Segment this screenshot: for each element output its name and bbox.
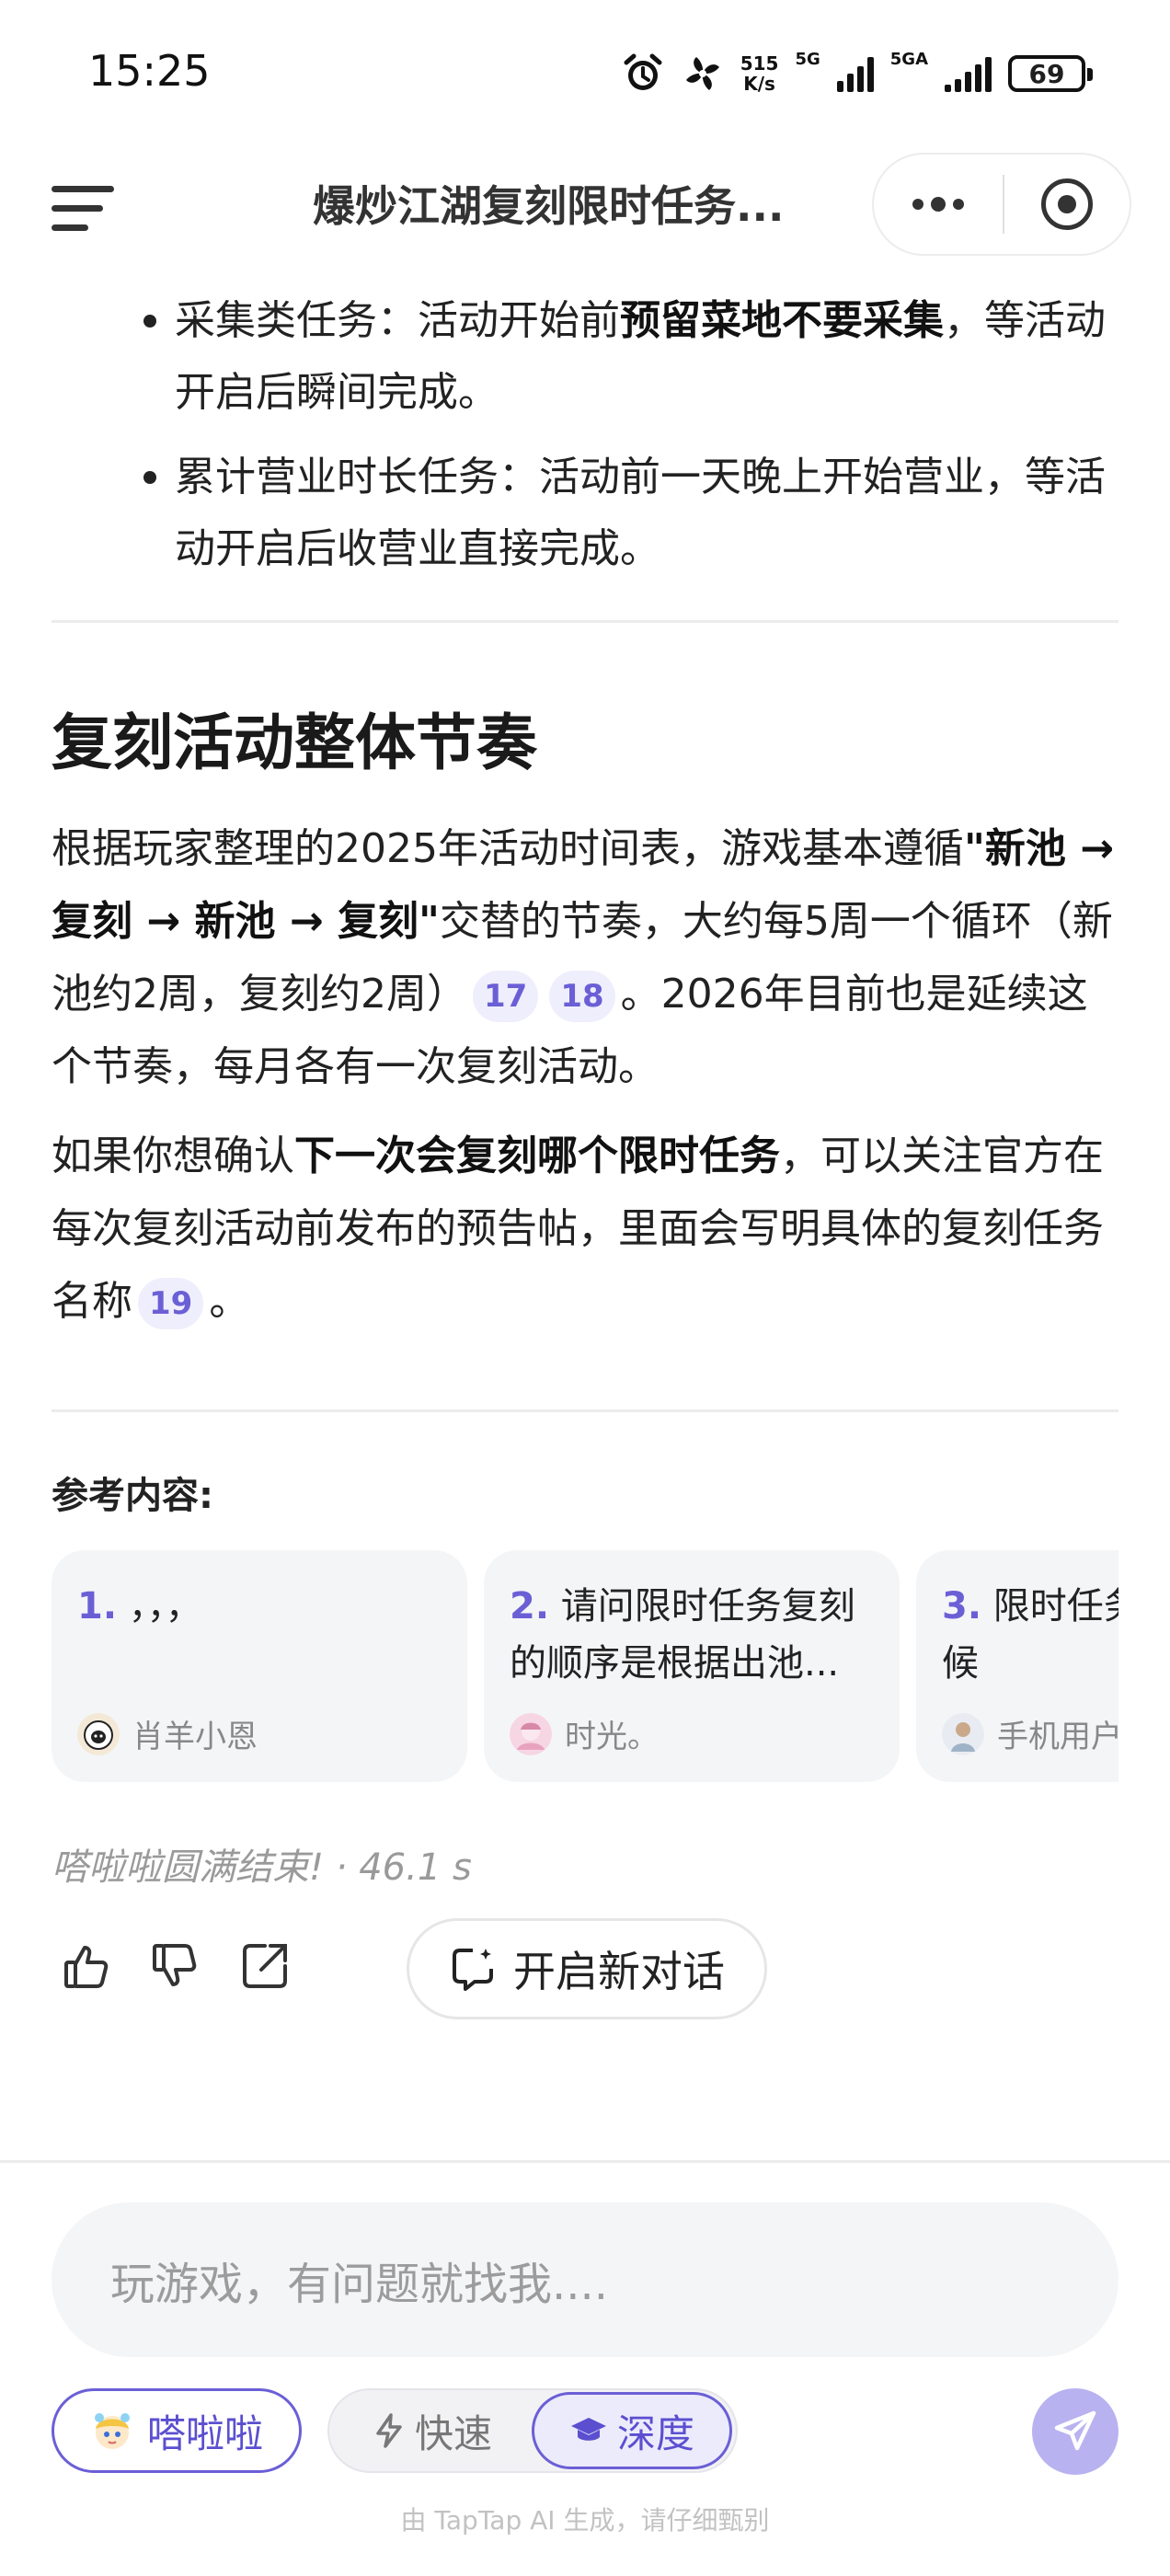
send-icon [1054,2410,1096,2451]
battery-level: 69 [1028,58,1065,89]
anime-avatar-icon [510,1712,552,1755]
reference-author: 肖羊小恩 [77,1711,258,1756]
user-avatar-icon [942,1712,984,1755]
chat-input[interactable]: 玩游戏，有问题就找我.... [52,2202,1118,2357]
reference-card-1[interactable]: 1. ，，， 肖羊小恩 [52,1550,467,1782]
reference-number: 1. [77,1585,118,1627]
network-type-2: 5GA [889,50,928,69]
clock: 15:25 [88,46,211,96]
citation-19[interactable]: 19 [138,1278,204,1329]
assistant-avatar-icon [94,2413,130,2449]
battery-icon: 69 [1008,55,1093,92]
network-speed: 515 K/s [740,53,779,94]
share-icon[interactable] [235,1937,294,1995]
new-chat-button[interactable]: 开启新对话 [407,1918,767,2019]
paragraph-next: 如果你想确认下一次会复刻哪个限时任务，可以关注官方在每次复刻活动前发布的预告帖，… [52,1120,1118,1338]
paragraph-bold: 下一次会复刻哪个限时任务 [294,1133,780,1179]
reference-author: 手机用户 [942,1711,1118,1756]
answer-mode-switch: 快速 深度 [327,2388,738,2473]
alarm-icon [621,52,665,96]
thumbs-down-icon[interactable] [147,1937,206,1995]
new-chat-label: 开启新对话 [513,1947,725,1996]
mode-deep-label: 深度 [616,2410,694,2456]
reference-text: 2. 请问限时任务复刻的顺序是根据出池... [510,1578,874,1692]
send-button[interactable] [1032,2388,1118,2475]
paragraph-text: 根据玩家整理的2025年活动时间表，游戏基本遵循 [52,825,964,872]
app-header: 爆炒江湖复刻限时任务... [0,147,1170,267]
input-area-divider [0,2160,1170,2163]
citation-17[interactable]: 17 [473,971,539,1022]
paragraph-text: 如果你想确认 [52,1133,294,1179]
reference-card-2[interactable]: 2. 请问限时任务复刻的顺序是根据出池... 时光。 [484,1550,900,1782]
reference-number: 3. [942,1585,982,1627]
menu-icon[interactable] [52,175,118,241]
reference-title: ，，， [128,1585,202,1627]
answer-content: 采集类任务：活动开始前预留菜地不要采集，等活动开启后瞬间完成。 累计营业时长任务… [52,285,1118,2029]
paragraph-text: 。 [209,1278,250,1325]
assistant-selector-button[interactable]: 嗒啦啦 [52,2388,302,2473]
answer-duration: 46.1 s [359,1846,472,1889]
list-item: 累计营业时长任务：活动前一天晚上开始营业，等活动开启后收营业直接完成。 [52,442,1118,585]
miniapp-capsule [872,153,1131,256]
list-item: 采集类任务：活动开始前预留菜地不要采集，等活动开启后瞬间完成。 [52,285,1118,429]
more-icon[interactable] [874,155,1003,254]
reference-text: 3. 限时任务复刻的时候 [942,1578,1118,1692]
graduation-cap-icon [570,2418,606,2441]
reference-number: 2. [510,1585,550,1627]
mode-deep-button[interactable]: 深度 [532,2392,732,2469]
signal-icon-2 [945,55,992,92]
chat-input-placeholder: 玩游戏，有问题就找我.... [110,2259,609,2310]
meta-separator: · [335,1846,348,1889]
mode-fast-label: 快速 [414,2410,492,2456]
ai-disclaimer: 由 TapTap AI 生成，请仔细甄别 [400,2505,770,2536]
signal-icon [836,55,874,92]
close-miniapp-icon[interactable] [1004,155,1130,254]
sheep-avatar-icon [77,1712,120,1755]
status-bar: 15:25 515 K/s 5G 5GA 69 [0,0,1170,147]
page-title: 爆炒江湖复刻限时任务... [313,181,785,231]
answer-status: 嗒啦啦圆满结束! [52,1846,325,1889]
references-title: 参考内容: [52,1475,213,1517]
fan-icon [682,52,724,95]
lightning-icon [376,2413,402,2448]
author-name: 时光。 [565,1719,659,1755]
reference-text: 1. ，，， [77,1578,442,1692]
reference-author: 时光。 [510,1711,659,1756]
list-item-text: 累计营业时长任务：活动前一天晚上开始营业，等活动开启后收营业直接完成。 [175,454,1106,572]
thumbs-up-icon[interactable] [59,1937,118,1995]
answer-actions: 开启新对话 [52,1918,1118,2029]
tips-list: 采集类任务：活动开始前预留菜地不要采集，等活动开启后瞬间完成。 累计营业时长任务… [52,285,1118,585]
answer-meta: 嗒啦啦圆满结束! · 46.1 s [52,1837,1118,1891]
section-divider [52,1409,1118,1412]
speed-value: 515 [740,52,779,75]
citation-18[interactable]: 18 [549,971,615,1022]
section-divider [52,620,1118,623]
reference-card-3[interactable]: 3. 限时任务复刻的时候 手机用户 [916,1550,1118,1782]
mode-fast-button[interactable]: 快速 [333,2392,532,2469]
list-item-bold: 预留菜地不要采集 [620,297,944,344]
network-type-1: 5G [795,50,820,69]
references-carousel[interactable]: 1. ，，， 肖羊小恩 2. 请问限时任务复刻的顺序是根据出池... 时光。 3… [52,1550,1118,1786]
status-icons: 515 K/s 5G 5GA 69 [621,48,1093,99]
assistant-name: 嗒啦啦 [146,2410,263,2456]
new-chat-icon [453,1949,493,1991]
author-name: 肖羊小恩 [132,1719,258,1755]
section-title: 复刻活动整体节奏 [52,707,537,778]
list-item-text: 采集类任务：活动开始前 [175,297,620,344]
author-name: 手机用户 [997,1719,1118,1755]
speed-unit: K/s [743,73,775,95]
reference-title: 请问限时任务复刻的顺序是根据出池... [510,1585,855,1685]
paragraph-rhythm: 根据玩家整理的2025年活动时间表，游戏基本遵循"新池 → 复刻 → 新池 → … [52,812,1118,1103]
